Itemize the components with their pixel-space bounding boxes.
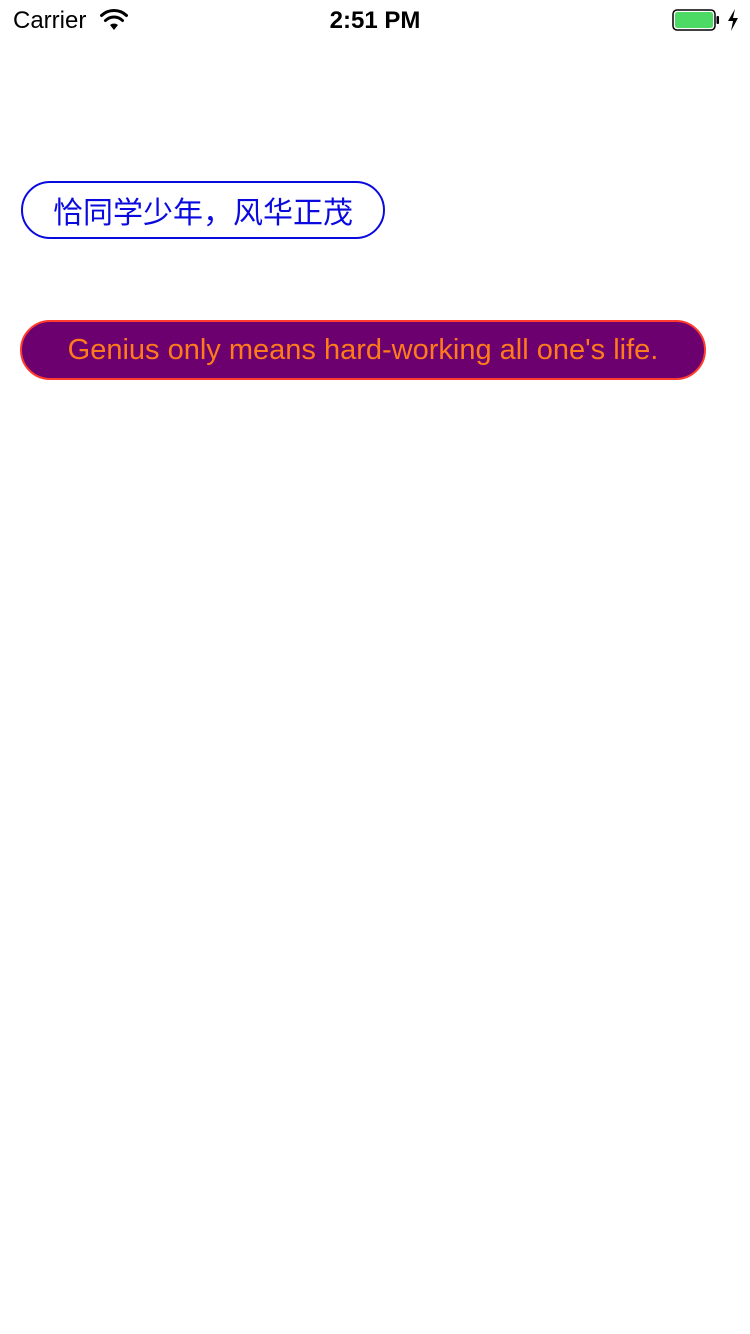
chinese-quote-label: 恰同学少年，风华正茂	[21, 181, 385, 239]
battery-icon	[672, 9, 719, 31]
status-time: 2:51 PM	[329, 7, 421, 34]
english-quote-label: Genius only means hard-working all one's…	[20, 320, 706, 380]
status-bar: Carrier 2:51 PM	[0, 0, 750, 40]
charging-bolt-icon	[728, 9, 738, 31]
